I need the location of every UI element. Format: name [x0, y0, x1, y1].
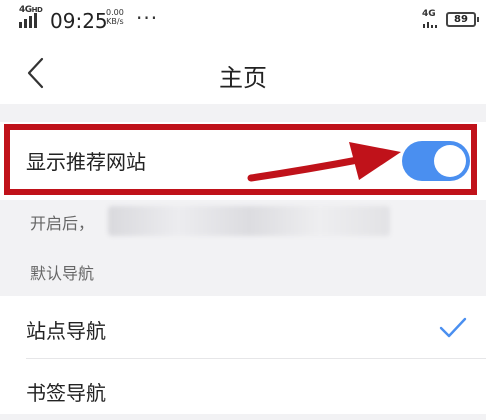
- status-time: 09:25: [50, 9, 108, 33]
- checkmark-icon: [439, 317, 467, 338]
- nav-option-bookmark[interactable]: 书签导航: [0, 358, 486, 420]
- more-notifications-icon: ···: [136, 6, 159, 30]
- recommend-sites-toggle[interactable]: [402, 141, 470, 181]
- network-speed: 0.00 KB/s: [106, 8, 124, 26]
- nav-option-label: 站点导航: [26, 319, 106, 343]
- nav-option-site[interactable]: 站点导航: [0, 296, 486, 359]
- battery-icon: 89: [446, 12, 479, 27]
- app-header: 主页: [0, 42, 486, 104]
- status-bar: 4GHD 09:25 0.00 KB/s ··· 4G 89: [0, 0, 486, 42]
- toggle-knob: [434, 145, 466, 177]
- signal-right-icon: [423, 22, 437, 28]
- blurred-text: [108, 206, 390, 236]
- page-title: 主页: [219, 64, 267, 92]
- annotation-arrow-icon: [247, 142, 401, 182]
- recommend-description: 开启后，: [30, 214, 95, 233]
- nav-option-label: 书签导航: [26, 381, 106, 405]
- network-type: 4GHD: [19, 5, 43, 15]
- nav-options-list: 站点导航 书签导航: [0, 296, 486, 414]
- default-nav-section-title: 默认导航: [30, 264, 95, 283]
